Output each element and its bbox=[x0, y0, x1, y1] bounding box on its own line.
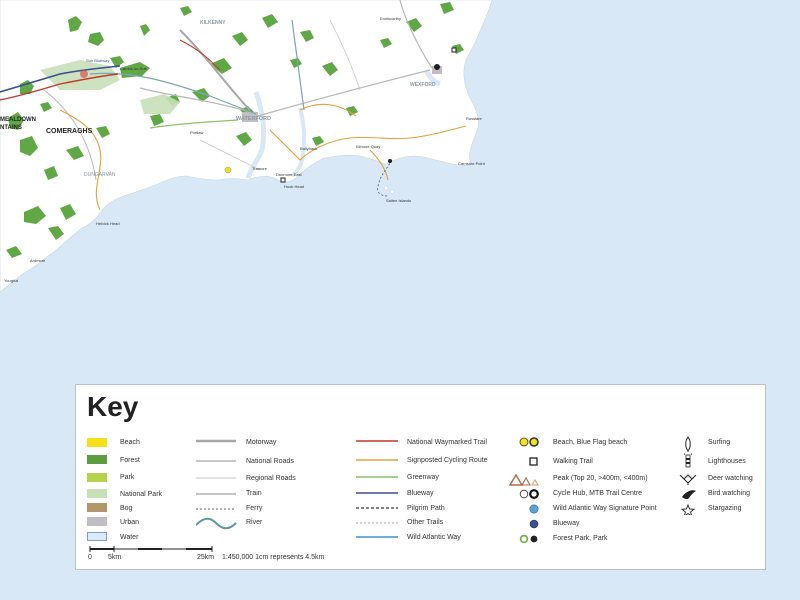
park-swatch bbox=[87, 473, 107, 482]
scale-label-0: 0 bbox=[88, 554, 92, 561]
label-helvick: Helvick Head bbox=[96, 221, 120, 226]
label-carnsore: Carnsore Point bbox=[458, 161, 486, 166]
label-waterford: WATERFORD bbox=[236, 116, 271, 122]
key-label-waymarked-trail: National Waymarked Trail bbox=[407, 439, 487, 446]
key-label-urban: Urban bbox=[120, 519, 140, 526]
scale-label-5km: 5km bbox=[108, 554, 122, 561]
key-label-regional-roads: Regional Roads bbox=[246, 475, 296, 482]
beach-marker bbox=[224, 166, 232, 174]
label-youghal: Youghal bbox=[4, 278, 18, 283]
key-label-forest: Forest bbox=[120, 457, 140, 464]
key-label-beach: Beach bbox=[120, 439, 140, 446]
key-title: Key bbox=[87, 391, 139, 422]
key-label-deer: Deer watching bbox=[708, 475, 753, 482]
label-ntains: NTAINS bbox=[0, 125, 22, 131]
beach-swatch bbox=[87, 438, 107, 447]
label-dungarvan: DUNGARVAN bbox=[84, 172, 116, 178]
key-label-park: Park bbox=[120, 474, 135, 481]
surfing-icon bbox=[685, 436, 691, 452]
scale-ratio: 1:450,000 1cm represents 4.5km bbox=[222, 554, 325, 561]
blueway-point-icon bbox=[529, 519, 539, 529]
signature-point-icon bbox=[529, 504, 539, 514]
key-label-beach-blue-flag: Beach, Blue Flag beach bbox=[553, 439, 628, 446]
key-label-walking-trail: Walking Trail bbox=[553, 458, 593, 465]
key-label-signature-point: Wild Atlantic Way Signature Point bbox=[553, 505, 657, 512]
point-symbol-samples bbox=[508, 437, 539, 544]
cycle-hub-icon bbox=[519, 489, 539, 499]
transport-line-samples bbox=[196, 439, 237, 530]
key-label-forest-park: Forest Park, Park bbox=[553, 535, 608, 542]
river-line-sample bbox=[196, 517, 237, 530]
beach-icon bbox=[519, 437, 539, 447]
label-comeraghs: COMERAGHS bbox=[46, 128, 93, 135]
key-label-cycle-hub: Cycle Hub, MTB Trail Centre bbox=[553, 490, 643, 497]
key-label-national-park: National Park bbox=[120, 491, 163, 498]
key-label-cycling-route: Signposted Cycling Route bbox=[407, 457, 488, 464]
key-label-ferry: Ferry bbox=[246, 505, 263, 512]
urban-swatch bbox=[87, 517, 107, 526]
water-swatch bbox=[87, 532, 107, 541]
peak-icon bbox=[508, 473, 539, 486]
point-marker bbox=[388, 159, 392, 163]
key-label-other-trails: Other Trails bbox=[407, 519, 444, 526]
island bbox=[390, 190, 394, 194]
map-key-panel: Key Beach Forest Park National Park Bog … bbox=[75, 384, 766, 570]
key-label-train: Train bbox=[246, 490, 262, 497]
cycle-hub-marker bbox=[434, 64, 440, 70]
key-label-wild-atlantic-way: Wild Atlantic Way bbox=[407, 534, 461, 541]
key-label-blueway-route: Blueway bbox=[407, 490, 434, 497]
key-label-greenway: Greenway bbox=[407, 474, 439, 481]
walking-trail-icon bbox=[529, 457, 538, 466]
label-carrick: Carrick-on-Suir bbox=[120, 66, 148, 71]
key-label-lighthouses: Lighthouses bbox=[708, 458, 746, 465]
label-ardmore: Ardmore bbox=[30, 258, 46, 263]
key-label-water: Water bbox=[120, 534, 139, 541]
key-label-motorway: Motorway bbox=[246, 439, 277, 446]
forest-swatch bbox=[87, 455, 107, 464]
label-rosslare: Rosslare bbox=[466, 116, 483, 121]
bird-icon bbox=[682, 490, 696, 499]
activity-symbol-samples bbox=[679, 436, 697, 515]
lighthouse-icon bbox=[683, 451, 693, 468]
label-suir: Suir Blueway bbox=[86, 58, 109, 63]
label-wexford: WEXFORD bbox=[410, 82, 436, 88]
label-saltees: Saltee Islands bbox=[386, 198, 411, 203]
key-label-national-roads: National Roads bbox=[246, 458, 294, 465]
key-label-river: River bbox=[246, 519, 263, 526]
label-tramore: Tramore bbox=[252, 166, 268, 171]
label-kilmore: Kilmore Quay bbox=[356, 144, 380, 149]
island bbox=[383, 185, 389, 191]
national-park-swatch bbox=[87, 489, 107, 498]
key-label-surfing: Surfing bbox=[708, 439, 731, 446]
label-dunmore: Dunmore East bbox=[276, 172, 302, 177]
key-label-pilgrim-path: Pilgrim Path bbox=[407, 505, 445, 512]
label-kilkenny: KILKENNY bbox=[200, 20, 226, 26]
forest-park-icon bbox=[519, 534, 538, 544]
key-label-peak: Peak (Top 20, >400m, <400m) bbox=[553, 475, 648, 482]
walking-trail-marker bbox=[280, 177, 286, 183]
deer-icon bbox=[679, 474, 697, 485]
town-marker bbox=[80, 70, 88, 78]
scale-label-25km: 25km bbox=[197, 554, 215, 561]
label-hookhead: Hook Head bbox=[284, 184, 304, 189]
label-mealdown: MEALDOWN bbox=[0, 117, 36, 123]
trail-line-samples bbox=[356, 440, 398, 538]
key-label-bird: Bird watching bbox=[708, 490, 751, 497]
label-portlaw: Portlaw bbox=[190, 130, 203, 135]
key-label-stargazing: Stargazing bbox=[708, 505, 742, 512]
bog-swatch bbox=[87, 503, 107, 512]
star-icon bbox=[680, 503, 696, 515]
label-enniscorthy: Enniscorthy bbox=[380, 16, 401, 21]
walking-trail-marker bbox=[451, 47, 457, 53]
label-ballyhack: Ballyhack bbox=[300, 146, 317, 151]
key-label-bog: Bog bbox=[120, 505, 133, 512]
key-label-blueway-point: Blueway bbox=[553, 520, 580, 527]
